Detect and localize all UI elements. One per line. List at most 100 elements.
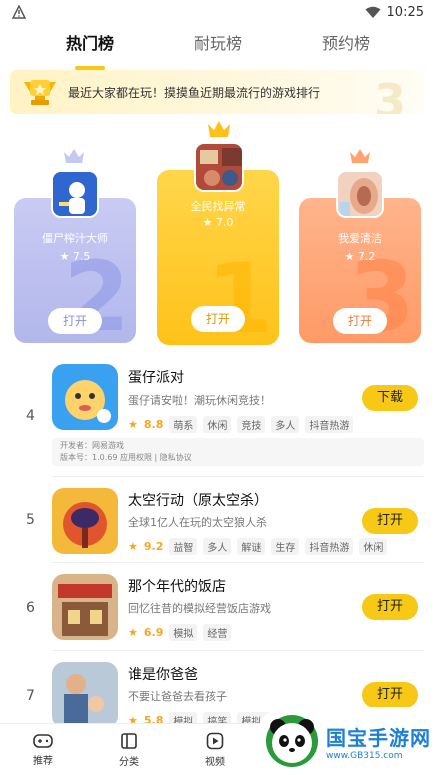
tab-durable[interactable]: 耐玩榜 [194, 30, 242, 64]
star-icon: ★ [128, 418, 138, 431]
category-icon [121, 732, 137, 749]
tag: 竞技 [237, 416, 266, 433]
banner-decor-number: 3 [373, 74, 406, 114]
ranking-tabs: 热门榜 耐玩榜 预约榜 [0, 30, 436, 64]
banner-text: 最近大家都在玩！摸摸鱼近期最流行的游戏排行 [68, 85, 321, 100]
play-icon [206, 732, 224, 749]
restaurant-art [52, 574, 118, 640]
open-button[interactable]: 打开 [362, 508, 418, 534]
open-button[interactable]: 打开 [362, 682, 418, 708]
podium-card-rank-2[interactable]: 2 僵尸榨汁大师 ★ 7.5 打开 [14, 198, 136, 343]
nav-label: 分类 [119, 756, 139, 768]
tag: 益智 [169, 538, 198, 555]
game-name: 蛋仔派对 [128, 370, 184, 386]
score-value: 7.0 [215, 216, 234, 229]
developer-info: 开发者：网易游戏 版本号：1.0.69 应用权限 | 隐私协议 [52, 438, 424, 466]
rank-number: 5 [26, 512, 35, 528]
tag: 休闲 [203, 416, 232, 433]
game-thumbnail[interactable] [52, 488, 118, 554]
game-name: 我爱清洁 [338, 232, 382, 245]
gamepad-icon [33, 733, 53, 748]
score-value: 7.5 [72, 250, 91, 263]
rank-number: 7 [26, 688, 35, 704]
game-score: ★ 7.0 [202, 216, 234, 229]
tag: 萌系 [169, 416, 198, 433]
game-score: ★ 7.5 [59, 250, 91, 263]
star-icon: ★ [128, 540, 138, 553]
crown-silver-icon [64, 149, 84, 163]
ranking-banner: 最近大家都在玩！摸摸鱼近期最流行的游戏排行 3 [10, 70, 424, 114]
game-icon-clean[interactable] [336, 170, 384, 218]
zombie-game-art [53, 172, 97, 216]
developer-line: 开发者：网易游戏 [60, 441, 124, 450]
site-watermark: 国宝手游网 www.GB315.com [256, 707, 436, 775]
tag: 多人 [203, 538, 232, 555]
game-score: ★ 7.2 [344, 250, 376, 263]
game-rating: 6.9 [143, 626, 164, 639]
game-thumbnail[interactable] [52, 574, 118, 640]
game-thumbnail[interactable] [52, 364, 118, 430]
tag: 经营 [203, 624, 232, 641]
panda-logo-icon [266, 715, 318, 767]
divider [52, 476, 424, 477]
nav-item-recommend[interactable]: 推荐 [0, 724, 86, 775]
rank-number: 6 [26, 600, 35, 616]
top-three-podium: 2 僵尸榨汁大师 ★ 7.5 打开 1 全民找异常 ★ 7.0 打开 3 我爱清… [0, 118, 436, 348]
game-meta: ★ 6.9 模拟 经营 [128, 624, 232, 641]
open-button[interactable]: 打开 [191, 306, 245, 332]
space-action-art [52, 488, 118, 554]
game-rating: 9.2 [143, 540, 164, 553]
anomaly-game-art [196, 144, 242, 190]
game-name: 那个年代的饭店 [128, 579, 226, 595]
tag: 生存 [271, 538, 300, 555]
game-name: 谁是你爸爸 [128, 667, 198, 683]
tab-hot[interactable]: 热门榜 [66, 30, 114, 64]
eggy-party-art [52, 364, 118, 430]
open-button[interactable]: 打开 [362, 594, 418, 620]
divider [52, 562, 424, 563]
star-icon: ★ [128, 626, 138, 639]
game-rating: 8.8 [143, 418, 164, 431]
clean-game-art [338, 172, 382, 216]
wifi-icon [365, 6, 381, 18]
game-name: 太空行动（原太空杀） [128, 493, 268, 509]
game-name: 僵尸榨汁大师 [42, 232, 108, 245]
nav-item-video[interactable]: 视频 [172, 724, 258, 775]
tag: 多人 [271, 416, 300, 433]
nav-item-category[interactable]: 分类 [86, 724, 172, 775]
rank-number: 4 [26, 408, 35, 424]
whos-your-daddy-art [52, 662, 118, 728]
game-meta: ★ 9.2 益智 多人 解谜 生存 抖音热游 休闲 [128, 538, 388, 555]
game-description: 全球1亿人在玩的太空狼人杀 [128, 516, 267, 529]
status-bar: 10:25 [0, 0, 436, 24]
download-button[interactable]: 下载 [362, 385, 418, 411]
podium-card-rank-1[interactable]: 1 全民找异常 ★ 7.0 打开 [157, 170, 279, 345]
nav-label: 推荐 [33, 755, 53, 767]
game-description: 蛋仔请安啦！潮玩休闲竞技！ [128, 394, 271, 407]
game-name: 全民找异常 [190, 200, 246, 213]
game-description: 回忆往昔的模拟经营饭店游戏 [128, 602, 271, 615]
watermark-url: www.GB315.com [326, 750, 403, 761]
version-line[interactable]: 版本号：1.0.69 应用权限 | 隐私协议 [60, 452, 416, 464]
crown-bronze-icon [350, 149, 370, 163]
open-button[interactable]: 打开 [48, 308, 102, 334]
divider [52, 650, 424, 651]
game-icon-anomaly[interactable] [194, 142, 244, 192]
podium-card-rank-3[interactable]: 3 我爱清洁 ★ 7.2 打开 [299, 198, 421, 343]
nav-label: 视频 [205, 756, 225, 768]
tab-reserve[interactable]: 预约榜 [322, 30, 370, 64]
trophy-icon [24, 80, 56, 105]
game-description: 不要让爸爸去看孩子 [128, 690, 227, 703]
open-button[interactable]: 打开 [333, 308, 387, 334]
crown-gold-icon [208, 121, 230, 137]
watermark-title: 国宝手游网 [326, 725, 431, 750]
tag: 模拟 [169, 624, 198, 641]
clock-time: 10:25 [386, 4, 424, 20]
tag: 休闲 [359, 538, 388, 555]
game-thumbnail[interactable] [52, 662, 118, 728]
tag: 抖音热游 [305, 538, 354, 555]
game-meta: ★ 8.8 萌系 休闲 竞技 多人 抖音热游 [128, 416, 354, 433]
game-icon-zombie[interactable] [51, 170, 99, 218]
score-value: 7.2 [357, 250, 376, 263]
warning-icon [12, 5, 26, 19]
